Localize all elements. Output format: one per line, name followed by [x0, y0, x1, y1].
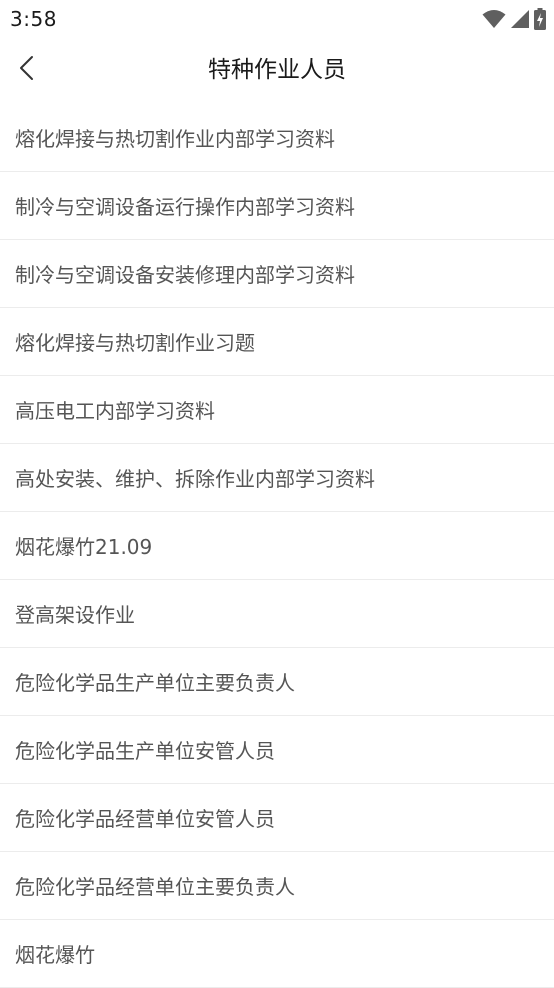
list-item[interactable]: 烟花爆竹	[0, 920, 554, 988]
wifi-icon	[482, 9, 506, 29]
page-title: 特种作业人员	[208, 57, 346, 83]
list-item-label: 高压电工内部学习资料	[15, 399, 215, 423]
category-list: 熔化焊接与热切割作业内部学习资料 制冷与空调设备运行操作内部学习资料 制冷与空调…	[0, 104, 554, 988]
list-item-label: 烟花爆竹	[15, 943, 95, 967]
list-item[interactable]: 危险化学品生产单位主要负责人	[0, 648, 554, 716]
back-button[interactable]	[6, 48, 50, 92]
list-item[interactable]: 危险化学品经营单位安管人员	[0, 784, 554, 852]
list-item-label: 登高架设作业	[15, 603, 135, 627]
list-item[interactable]: 制冷与空调设备安装修理内部学习资料	[0, 240, 554, 308]
list-item-label: 熔化焊接与热切割作业内部学习资料	[15, 127, 335, 151]
list-item[interactable]: 高压电工内部学习资料	[0, 376, 554, 444]
list-item-label: 制冷与空调设备运行操作内部学习资料	[15, 195, 355, 219]
status-icons	[482, 8, 546, 30]
list-item[interactable]: 高处安装、维护、拆除作业内部学习资料	[0, 444, 554, 512]
cellular-signal-icon	[510, 9, 530, 29]
list-item[interactable]: 危险化学品经营单位主要负责人	[0, 852, 554, 920]
list-item-label: 危险化学品经营单位安管人员	[15, 807, 275, 831]
list-item-label: 烟花爆竹21.09	[15, 535, 153, 559]
list-item[interactable]: 烟花爆竹21.09	[0, 512, 554, 580]
list-item-label: 危险化学品生产单位主要负责人	[15, 671, 295, 695]
app-bar: 特种作业人员	[0, 38, 554, 102]
list-item[interactable]: 熔化焊接与热切割作业内部学习资料	[0, 104, 554, 172]
list-item-label: 高处安装、维护、拆除作业内部学习资料	[15, 467, 375, 491]
list-item-label: 危险化学品经营单位主要负责人	[15, 875, 295, 899]
list-item[interactable]: 危险化学品生产单位安管人员	[0, 716, 554, 784]
list-item-label: 熔化焊接与热切割作业习题	[15, 331, 255, 355]
chevron-left-icon	[17, 55, 39, 85]
list-item-label: 制冷与空调设备安装修理内部学习资料	[15, 263, 355, 287]
battery-charging-icon	[534, 8, 546, 30]
status-bar: 3:58	[0, 0, 554, 38]
status-time: 3:58	[10, 7, 57, 31]
list-item[interactable]: 制冷与空调设备运行操作内部学习资料	[0, 172, 554, 240]
list-item[interactable]: 熔化焊接与热切割作业习题	[0, 308, 554, 376]
list-item-label: 危险化学品生产单位安管人员	[15, 739, 275, 763]
list-item[interactable]: 登高架设作业	[0, 580, 554, 648]
